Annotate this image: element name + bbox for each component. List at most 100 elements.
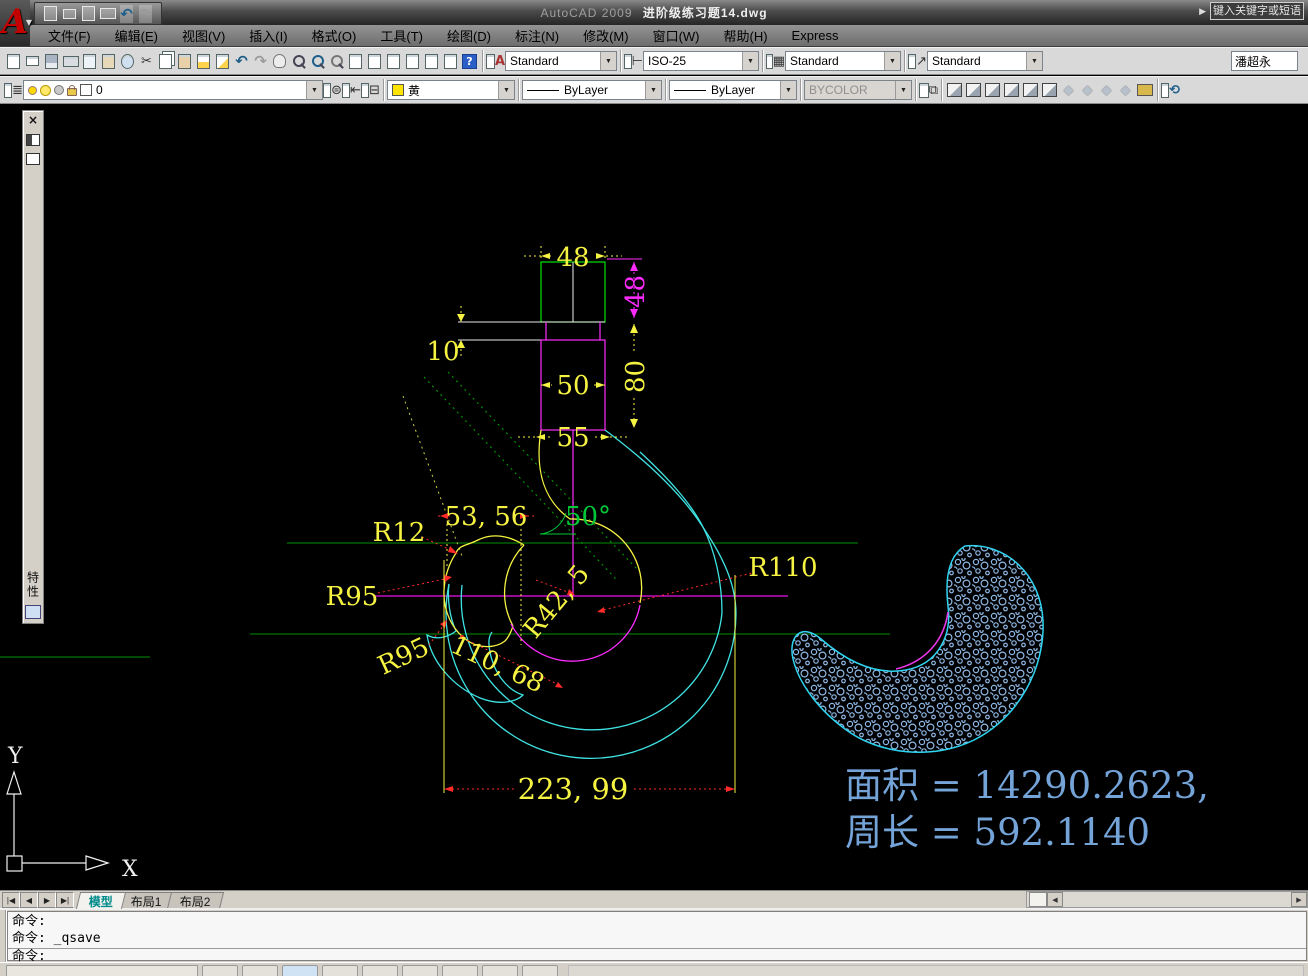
chevron-down-icon[interactable]: ▼ xyxy=(306,81,322,99)
last-tab-icon[interactable]: ▶| xyxy=(56,892,74,908)
text-style-combo[interactable]: Standard ▼ xyxy=(505,51,617,71)
tab-layout2[interactable]: 布局2 xyxy=(166,892,224,909)
chevron-down-icon[interactable]: ▼ xyxy=(498,81,514,99)
plot-style-manager-icon[interactable]: ⧉ xyxy=(919,80,938,100)
command-history[interactable]: 命令: 命令: _qsave xyxy=(8,912,1306,949)
table-style-combo[interactable]: Standard ▼ xyxy=(785,51,901,71)
chevron-down-icon[interactable]: ▼ xyxy=(742,52,758,70)
menu-window[interactable]: 窗口(W) xyxy=(641,24,712,47)
zoom-extents-icon[interactable]: ⟲ xyxy=(1161,80,1180,100)
save-icon[interactable] xyxy=(42,51,61,71)
mleader-style-icon[interactable]: ↗ xyxy=(908,51,927,71)
mleader-style-combo[interactable]: Standard ▼ xyxy=(927,51,1043,71)
chevron-down-icon[interactable]: ▼ xyxy=(600,52,616,70)
layer-lock-icon[interactable] xyxy=(67,84,77,96)
plot-preview-icon[interactable] xyxy=(80,51,99,71)
menu-tools[interactable]: 工具(T) xyxy=(368,24,435,47)
block-editor-icon[interactable] xyxy=(213,51,232,71)
view-bottom-icon[interactable] xyxy=(964,80,983,100)
open-icon[interactable] xyxy=(60,4,79,24)
infocenter-search-input[interactable]: 键入关键字或短语 xyxy=(1210,2,1304,20)
snap-toggle[interactable] xyxy=(202,965,238,976)
ortho-toggle[interactable] xyxy=(282,965,318,976)
polar-toggle[interactable] xyxy=(322,965,358,976)
menu-edit[interactable]: 编辑(E) xyxy=(103,24,170,47)
osnap-toggle[interactable] xyxy=(362,965,398,976)
se-isometric-icon[interactable] xyxy=(1078,80,1097,100)
layer-properties-manager-icon[interactable]: ≣ xyxy=(4,80,23,100)
tab-model[interactable]: 模型 xyxy=(75,892,127,909)
linetype-combo[interactable]: ByLayer ▼ xyxy=(522,80,662,100)
palette-settings-icon[interactable] xyxy=(26,153,40,165)
copy-icon[interactable] xyxy=(156,51,175,71)
otrack-toggle[interactable] xyxy=(402,965,438,976)
pan-icon[interactable] xyxy=(270,51,289,71)
properties-icon[interactable] xyxy=(346,51,365,71)
open-icon[interactable] xyxy=(23,51,42,71)
menu-help[interactable]: 帮助(H) xyxy=(712,24,780,47)
dyn-toggle[interactable] xyxy=(482,965,518,976)
menu-dimension[interactable]: 标注(N) xyxy=(503,24,571,47)
grid-toggle[interactable] xyxy=(242,965,278,976)
properties-palette-bar[interactable]: × 特性 xyxy=(22,110,44,624)
user-name-field[interactable]: 潘超永 xyxy=(1231,51,1298,71)
layer-previous-icon[interactable]: ⇤ xyxy=(342,80,361,100)
nw-isometric-icon[interactable] xyxy=(1116,80,1135,100)
menu-draw[interactable]: 绘图(D) xyxy=(435,24,503,47)
view-back-icon[interactable] xyxy=(1040,80,1059,100)
h-scrollbar[interactable]: ◀ ▶ xyxy=(1026,891,1308,908)
lwt-toggle[interactable] xyxy=(522,965,558,976)
menu-modify[interactable]: 修改(M) xyxy=(571,24,641,47)
publish-icon[interactable] xyxy=(99,51,118,71)
app-menu-button[interactable]: A ▼ xyxy=(0,0,32,46)
zoom-previous-icon[interactable] xyxy=(327,51,346,71)
new-file-icon[interactable] xyxy=(41,4,60,24)
redo-icon[interactable] xyxy=(251,51,270,71)
prev-tab-icon[interactable]: ◀ xyxy=(20,892,38,908)
help-icon[interactable] xyxy=(460,51,479,71)
undo-icon[interactable] xyxy=(232,51,251,71)
view-front-icon[interactable] xyxy=(1021,80,1040,100)
command-window-grip[interactable] xyxy=(0,910,6,962)
infocenter-arrow-icon[interactable]: ▶ xyxy=(1199,6,1206,17)
tool-palettes-icon[interactable] xyxy=(384,51,403,71)
table-style-icon[interactable]: ▦ xyxy=(766,51,785,71)
chevron-down-icon[interactable]: ▼ xyxy=(780,81,796,99)
view-right-icon[interactable] xyxy=(1002,80,1021,100)
layer-states-icon[interactable]: ⊜ xyxy=(323,80,342,100)
chevron-down-icon[interactable]: ▼ xyxy=(645,81,661,99)
plot-icon[interactable] xyxy=(118,51,137,71)
match-properties-icon[interactable] xyxy=(194,51,213,71)
first-tab-icon[interactable]: |◀ xyxy=(2,892,20,908)
drawing-canvas[interactable]: 48 48 80 10 50 55 53, 56 50° R12 R95 R95… xyxy=(0,104,1308,890)
layer-on-icon[interactable] xyxy=(28,85,37,95)
view-top-icon[interactable] xyxy=(945,80,964,100)
menu-insert[interactable]: 插入(I) xyxy=(237,24,299,47)
sheetset-manager-icon[interactable] xyxy=(403,51,422,71)
chevron-down-icon[interactable]: ▼ xyxy=(1026,52,1042,70)
next-tab-icon[interactable]: ▶ xyxy=(38,892,56,908)
markup-icon[interactable] xyxy=(422,51,441,71)
auto-hide-icon[interactable] xyxy=(26,134,40,146)
scroll-left-icon[interactable]: ◀ xyxy=(1047,892,1063,907)
zoom-window-icon[interactable] xyxy=(308,51,327,71)
print-icon[interactable] xyxy=(98,4,117,24)
print-icon[interactable] xyxy=(61,51,80,71)
close-icon[interactable]: × xyxy=(28,113,38,127)
redo-icon[interactable] xyxy=(136,4,155,24)
layer-plot-icon[interactable] xyxy=(54,85,64,95)
h-scrollbar-thumb[interactable] xyxy=(1029,892,1047,907)
menu-format[interactable]: 格式(O) xyxy=(300,24,369,47)
ne-isometric-icon[interactable] xyxy=(1097,80,1116,100)
view-left-icon[interactable] xyxy=(983,80,1002,100)
zoom-realtime-icon[interactable] xyxy=(289,51,308,71)
cut-icon[interactable] xyxy=(137,51,156,71)
menu-file[interactable]: 文件(F) xyxy=(36,24,103,47)
designcenter-icon[interactable] xyxy=(365,51,384,71)
layer-isolate-icon[interactable]: ⊟ xyxy=(361,80,380,100)
lineweight-combo[interactable]: ByLayer ▼ xyxy=(669,80,797,100)
layer-color-swatch[interactable] xyxy=(80,84,92,96)
dim-style-icon[interactable]: ⊢ xyxy=(624,51,643,71)
quickcalc-icon[interactable] xyxy=(441,51,460,71)
dim-style-combo[interactable]: ISO-25 ▼ xyxy=(643,51,759,71)
